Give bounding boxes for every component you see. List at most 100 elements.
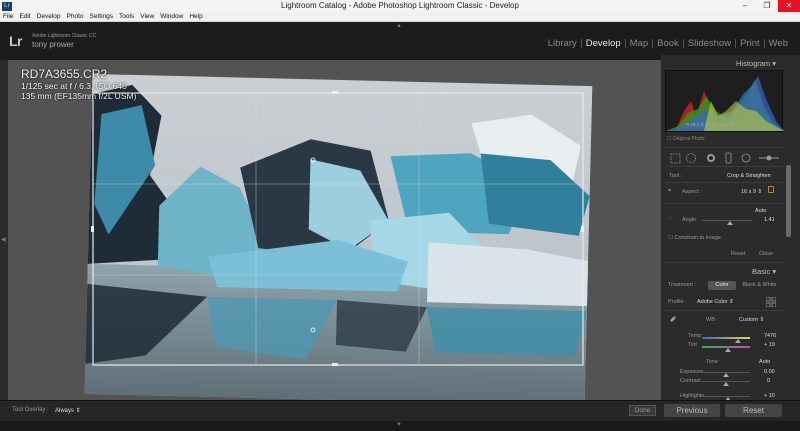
- profile-select[interactable]: Adobe Color ⇕: [697, 299, 734, 305]
- treatment-color-button[interactable]: Color: [708, 281, 736, 290]
- contrast-value[interactable]: 0: [767, 378, 770, 384]
- basic-header[interactable]: Basic ▾: [752, 267, 776, 276]
- photo-info-overlay: RD7A3655.CR2 1/125 sec at f / 6.3, ISO 6…: [21, 67, 137, 102]
- basic-title: Basic: [752, 267, 771, 276]
- contrast-label: Contrast: [680, 378, 701, 384]
- tool-strip: [665, 147, 783, 167]
- tool-overlay-value: Always: [55, 408, 75, 414]
- wb-select[interactable]: Custom ⇕: [739, 317, 764, 323]
- tone-auto-button[interactable]: Auto: [759, 359, 770, 365]
- crop-reset-button[interactable]: Reset: [731, 251, 745, 257]
- product-name: Adobe Lightroom Classic CC: [32, 33, 97, 39]
- divider: [665, 203, 783, 204]
- minimize-button[interactable]: –: [734, 0, 756, 12]
- maximize-button[interactable]: ❐: [756, 0, 778, 12]
- reset-button[interactable]: Reset: [725, 404, 782, 417]
- module-web[interactable]: Web: [765, 38, 792, 49]
- menu-help[interactable]: Help: [189, 13, 202, 20]
- treatment-bw-button[interactable]: Black & White: [738, 281, 781, 290]
- aspect-label: Aspect :: [682, 189, 702, 195]
- angle-label: Angle: [682, 217, 697, 223]
- straighten-tool-icon[interactable]: ◌: [668, 216, 671, 222]
- histogram-title: Histogram: [736, 59, 771, 68]
- divider: [665, 262, 783, 263]
- module-slideshow[interactable]: Slideshow: [684, 38, 735, 49]
- done-button[interactable]: Done: [629, 405, 656, 416]
- exposure-slider-knob[interactable]: [723, 373, 729, 377]
- crop-close-button[interactable]: Close: [759, 251, 773, 257]
- photo-exposure: 1/125 sec at f / 6.3, ISO 640: [21, 81, 127, 91]
- menu-window[interactable]: Window: [160, 13, 183, 20]
- original-photo-label: Original Photo: [672, 136, 705, 142]
- divider: [665, 310, 783, 311]
- tool-overlay-select[interactable]: Always ⇕: [55, 407, 81, 414]
- angle-slider-knob[interactable]: [726, 221, 733, 225]
- profile-label: Profile :: [668, 299, 687, 305]
- right-panel-scrollbar[interactable]: [786, 165, 791, 237]
- filmstrip-toggle-icon[interactable]: ▼: [396, 422, 402, 428]
- left-panel-toggle-icon[interactable]: ◀: [1, 236, 6, 243]
- filmstrip-bar: ▼: [0, 421, 800, 431]
- divider: [665, 182, 783, 183]
- menu-edit[interactable]: Edit: [19, 13, 30, 20]
- highlights-value[interactable]: + 10: [764, 393, 775, 399]
- highlights-label: Highlights: [680, 393, 705, 399]
- profile-value: Adobe Color: [697, 299, 728, 305]
- temp-value[interactable]: 7476: [764, 333, 776, 339]
- photo-with-crop-overlay[interactable]: [8, 60, 661, 400]
- module-library[interactable]: Library: [544, 38, 581, 49]
- module-map[interactable]: Map: [626, 38, 652, 49]
- menu-settings[interactable]: Settings: [90, 13, 114, 20]
- image-canvas[interactable]: [8, 60, 661, 400]
- module-picker: Library Develop Map Book Slideshow Print…: [544, 38, 792, 49]
- temp-slider[interactable]: [702, 337, 750, 339]
- module-develop[interactable]: Develop: [582, 38, 625, 49]
- temp-label: Temp: [688, 333, 702, 339]
- tint-value[interactable]: + 19: [764, 342, 775, 348]
- crop-frame-icon[interactable]: ⌗: [668, 188, 671, 195]
- tone-label: Tone: [706, 359, 718, 365]
- window-title: Lightroom Catalog - Adobe Photoshop Ligh…: [281, 1, 519, 10]
- menu-photo[interactable]: Photo: [67, 13, 84, 20]
- contrast-slider-knob[interactable]: [723, 382, 729, 386]
- crop-tool-value: Crop & Straighten: [727, 173, 771, 179]
- menu-file[interactable]: File: [3, 13, 13, 20]
- constrain-checkbox[interactable]: ☐ Constrain to Image: [668, 235, 721, 241]
- histogram-header[interactable]: Histogram ▾: [736, 59, 776, 68]
- constrain-label: Constrain to Image: [674, 235, 721, 241]
- tool-overlay-label: Tool Overlay :: [12, 407, 49, 413]
- angle-auto-button[interactable]: Auto: [755, 208, 766, 214]
- exposure-value[interactable]: 0.00: [764, 369, 775, 375]
- menu-develop[interactable]: Develop: [37, 13, 61, 20]
- top-panel-toggle-icon[interactable]: ▲: [396, 23, 402, 29]
- photo: [84, 73, 593, 400]
- previous-button[interactable]: Previous: [664, 404, 720, 417]
- photo-filename: RD7A3655.CR2: [21, 67, 108, 81]
- aspect-value: 16 x 9: [741, 189, 756, 195]
- profile-browser-icon[interactable]: [766, 297, 776, 307]
- lock-icon[interactable]: [768, 186, 774, 193]
- histogram-stats: R 29.1 G 31.6 B 36.7 %: [686, 122, 734, 127]
- module-print[interactable]: Print: [736, 38, 764, 49]
- lightroom-window: Lr Lightroom Catalog - Adobe Photoshop L…: [0, 0, 800, 431]
- menu-bar: File Edit Develop Photo Settings Tools V…: [0, 12, 800, 22]
- menu-view[interactable]: View: [140, 13, 154, 20]
- wb-label: WB :: [706, 317, 718, 323]
- original-photo-checkbox[interactable]: ☐ Original Photo: [667, 136, 705, 142]
- close-button[interactable]: ✕: [778, 0, 800, 12]
- wb-value: Custom: [739, 317, 758, 323]
- tint-slider-knob[interactable]: [725, 348, 732, 352]
- temp-slider-knob[interactable]: [735, 339, 741, 343]
- tool-strip-icons: [670, 152, 779, 164]
- angle-value[interactable]: 1.41: [764, 217, 775, 223]
- treatment-label: Treatment :: [668, 282, 696, 288]
- title-bar: Lr Lightroom Catalog - Adobe Photoshop L…: [0, 0, 800, 12]
- module-book[interactable]: Book: [653, 38, 683, 49]
- crop-tool-label: Tool :: [669, 173, 683, 179]
- user-name: tony prower: [32, 40, 74, 49]
- exposure-label: Exposure: [680, 369, 704, 375]
- tint-label: Tint: [688, 342, 697, 348]
- photo-lens: 135 mm (EF135mm f/2L USM): [21, 91, 137, 101]
- aspect-select[interactable]: 16 x 9 ⇕: [741, 189, 762, 195]
- menu-tools[interactable]: Tools: [119, 13, 134, 20]
